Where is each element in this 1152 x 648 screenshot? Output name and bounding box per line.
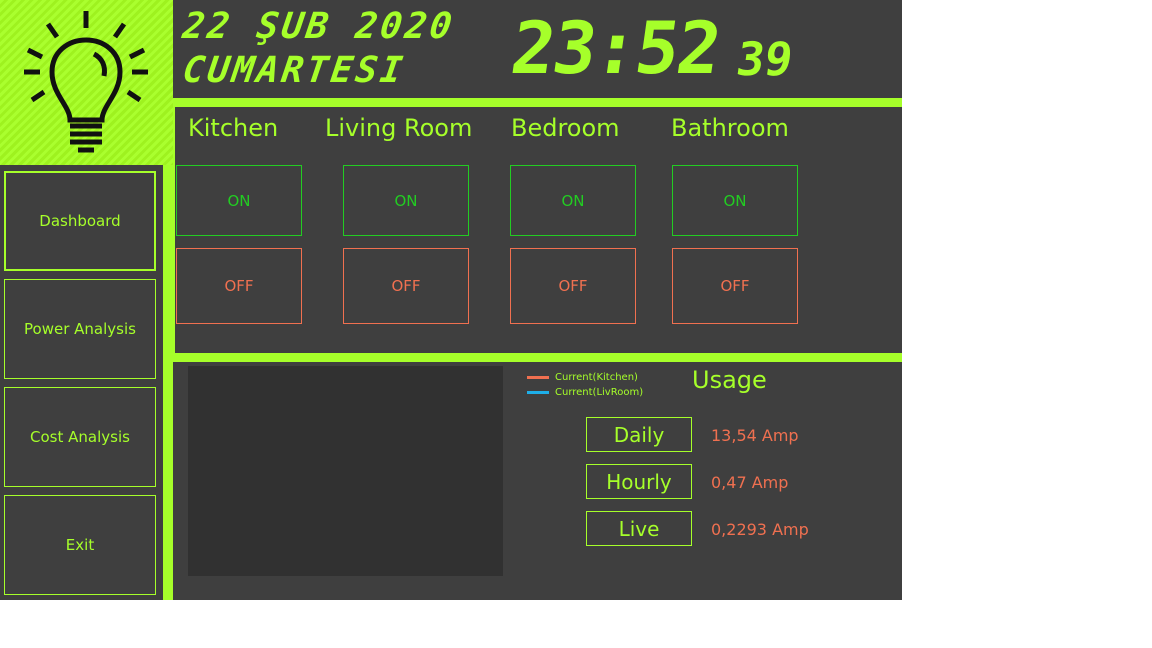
usage-live-value: 0,2293 Amp — [711, 520, 809, 539]
legend-label-livroom: Current(LivRoom) — [555, 387, 644, 398]
legend-swatch-livroom — [527, 391, 549, 394]
room-label-living-room: Living Room — [325, 114, 473, 142]
kitchen-on-button[interactable]: ON — [176, 165, 302, 236]
legend-item-kitchen: Current(Kitchen) — [527, 372, 638, 383]
current-chart-area — [188, 366, 503, 576]
legend-item-livroom: Current(LivRoom) — [527, 387, 643, 398]
header-divider — [173, 98, 902, 107]
usage-title: Usage — [692, 366, 767, 394]
legend-label-kitchen: Current(Kitchen) — [555, 372, 638, 383]
usage-daily-button[interactable]: Daily — [586, 417, 692, 452]
nav-dashboard[interactable]: Dashboard — [4, 171, 156, 271]
room-label-kitchen: Kitchen — [188, 114, 279, 142]
room-label-bedroom: Bedroom — [511, 114, 620, 142]
living-room-off-button[interactable]: OFF — [343, 248, 469, 324]
nav-power-analysis[interactable]: Power Analysis — [4, 279, 156, 379]
living-room-on-button[interactable]: ON — [343, 165, 469, 236]
logo-tile — [0, 0, 173, 165]
usage-live-button[interactable]: Live — [586, 511, 692, 546]
bathroom-on-button[interactable]: ON — [672, 165, 798, 236]
bathroom-off-button[interactable]: OFF — [672, 248, 798, 324]
mid-divider — [173, 353, 902, 362]
kitchen-off-button[interactable]: OFF — [176, 248, 302, 324]
nav-exit[interactable]: Exit — [4, 495, 156, 595]
bedroom-on-button[interactable]: ON — [510, 165, 636, 236]
usage-daily-value: 13,54 Amp — [711, 426, 799, 445]
rooms-left-border — [173, 107, 175, 353]
app-window: 22 ŞUB 2020 CUMARTESI 23:52 39 Dashboard… — [0, 0, 902, 600]
bedroom-off-button[interactable]: OFF — [510, 248, 636, 324]
clock-seconds: 39 — [733, 32, 797, 86]
room-label-bathroom: Bathroom — [671, 114, 789, 142]
sidebar-divider — [163, 165, 173, 600]
date-display: 22 ŞUB 2020 — [180, 6, 458, 47]
legend-swatch-kitchen — [527, 376, 549, 379]
weekday-display: CUMARTESI — [180, 50, 408, 91]
lightbulb-icon — [24, 11, 148, 153]
usage-hourly-value: 0,47 Amp — [711, 473, 789, 492]
usage-hourly-button[interactable]: Hourly — [586, 464, 692, 499]
clock-time: 23:52 — [506, 6, 725, 90]
nav-cost-analysis[interactable]: Cost Analysis — [4, 387, 156, 487]
